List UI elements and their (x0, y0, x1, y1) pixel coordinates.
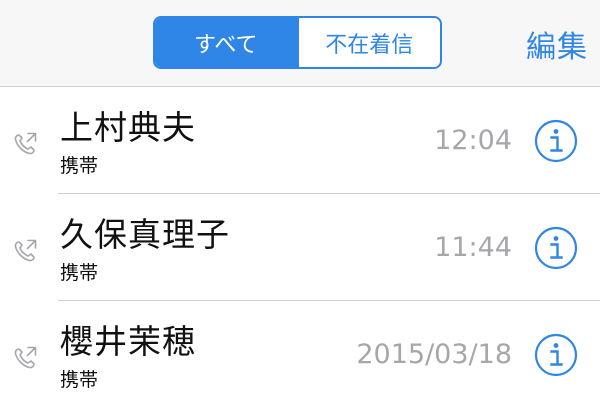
contact-name: 上村典夫 (60, 108, 196, 147)
info-icon[interactable] (534, 119, 578, 163)
phone-label: 携帯 (60, 369, 99, 391)
call-time: 11:44 (434, 232, 512, 263)
contact-name: 久保真理子 (60, 215, 230, 254)
navigation-bar: すべて 不在着信 編集 (0, 0, 600, 87)
call-row[interactable]: 上村典夫 携帯 12:04 (0, 87, 600, 194)
recents-filter-control: すべて 不在着信 (153, 16, 442, 69)
segment-missed[interactable]: 不在着信 (296, 18, 441, 67)
outgoing-call-icon (14, 346, 37, 369)
contact-name: 櫻井茉穂 (60, 322, 196, 361)
recents-screen: すべて 不在着信 編集 上村典夫 携帯 12:04 久保真理子 携帯 11:44… (0, 0, 600, 400)
phone-label: 携帯 (60, 262, 99, 284)
edit-button[interactable]: 編集 (526, 22, 588, 66)
call-row[interactable]: 櫻井茉穂 携帯 2015/03/18 (0, 301, 600, 400)
info-icon[interactable] (534, 333, 578, 377)
recent-calls-list: 上村典夫 携帯 12:04 久保真理子 携帯 11:44 櫻井茉穂 携帯 201… (0, 87, 600, 400)
call-date: 2015/03/18 (356, 339, 512, 370)
outgoing-call-icon (14, 239, 37, 262)
outgoing-call-icon (14, 132, 37, 155)
phone-label: 携帯 (60, 155, 99, 177)
call-time: 12:04 (434, 125, 512, 156)
segment-all[interactable]: すべて (155, 18, 297, 67)
call-row[interactable]: 久保真理子 携帯 11:44 (0, 194, 600, 301)
info-icon[interactable] (534, 226, 578, 270)
